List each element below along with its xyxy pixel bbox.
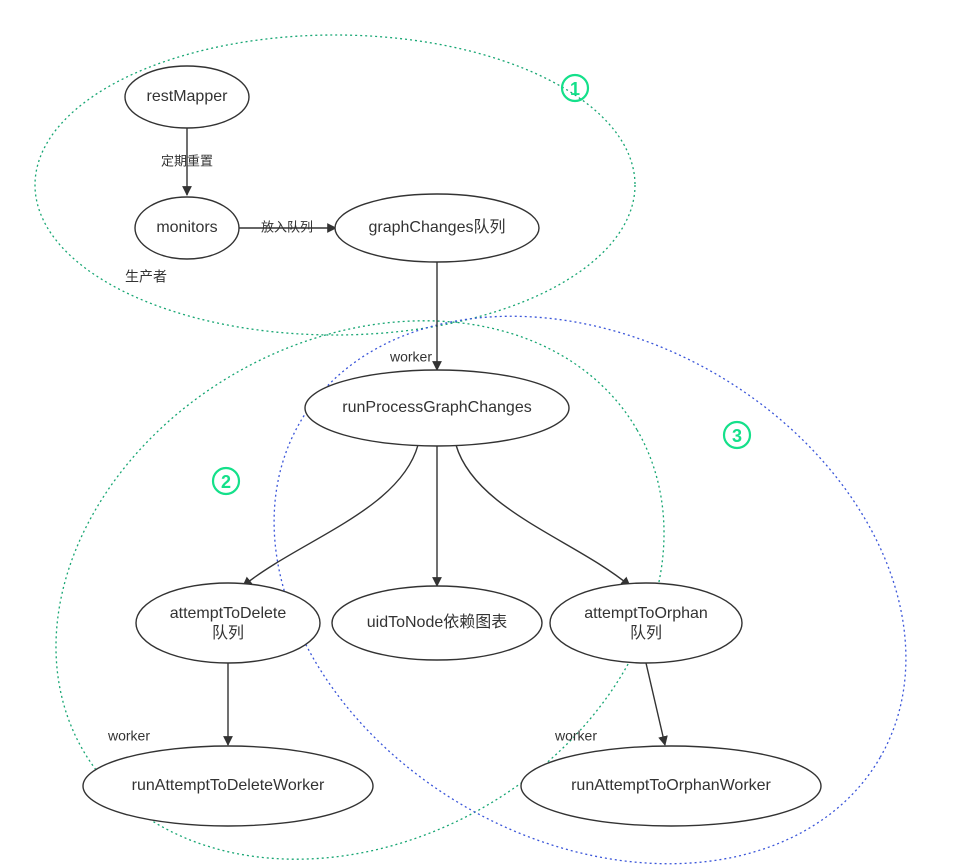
badge-1-label: 1: [570, 79, 580, 99]
node-graphchanges-label: graphChanges队列: [369, 218, 506, 236]
node-monitors-label: monitors: [156, 219, 217, 236]
edge-runprocess-attemptorphan: [456, 445, 630, 586]
badge-3-label: 3: [732, 426, 742, 446]
node-runattempttoorphanworker-label: runAttemptToOrphanWorker: [571, 777, 771, 794]
node-attempttodelete-label2: 队列: [212, 624, 244, 642]
node-runprocessgraphchanges-label: runProcessGraphChanges: [342, 399, 531, 416]
node-attempttoorphan: [550, 583, 742, 663]
node-attempttoorphan-label1: attemptToOrphan: [584, 605, 708, 622]
node-attempttodelete: [136, 583, 320, 663]
annotation-producer: 生产者: [125, 269, 167, 285]
group-1-ellipse: [35, 35, 635, 335]
edge-attemptorphan-orphanworker: [646, 663, 665, 745]
edge-runprocess-attemptdelete: [243, 445, 418, 586]
edge-label-reset: 定期重置: [161, 153, 213, 168]
diagram-canvas: 定期重置 放入队列 restMapper monitors graphChang…: [0, 0, 978, 865]
node-uidtonode-label: uidToNode依赖图表: [367, 613, 508, 631]
annotation-worker-2: worker: [107, 728, 150, 744]
annotation-worker-1: worker: [389, 349, 432, 365]
node-restmapper-label: restMapper: [147, 88, 229, 105]
node-runattempttodeleteworker-label: runAttemptToDeleteWorker: [132, 777, 325, 794]
node-attempttoorphan-label2: 队列: [630, 624, 662, 642]
edge-label-enqueue: 放入队列: [261, 219, 313, 234]
node-attempttodelete-label1: attemptToDelete: [170, 605, 287, 622]
badge-2-label: 2: [221, 472, 231, 492]
annotation-worker-3: worker: [554, 728, 597, 744]
